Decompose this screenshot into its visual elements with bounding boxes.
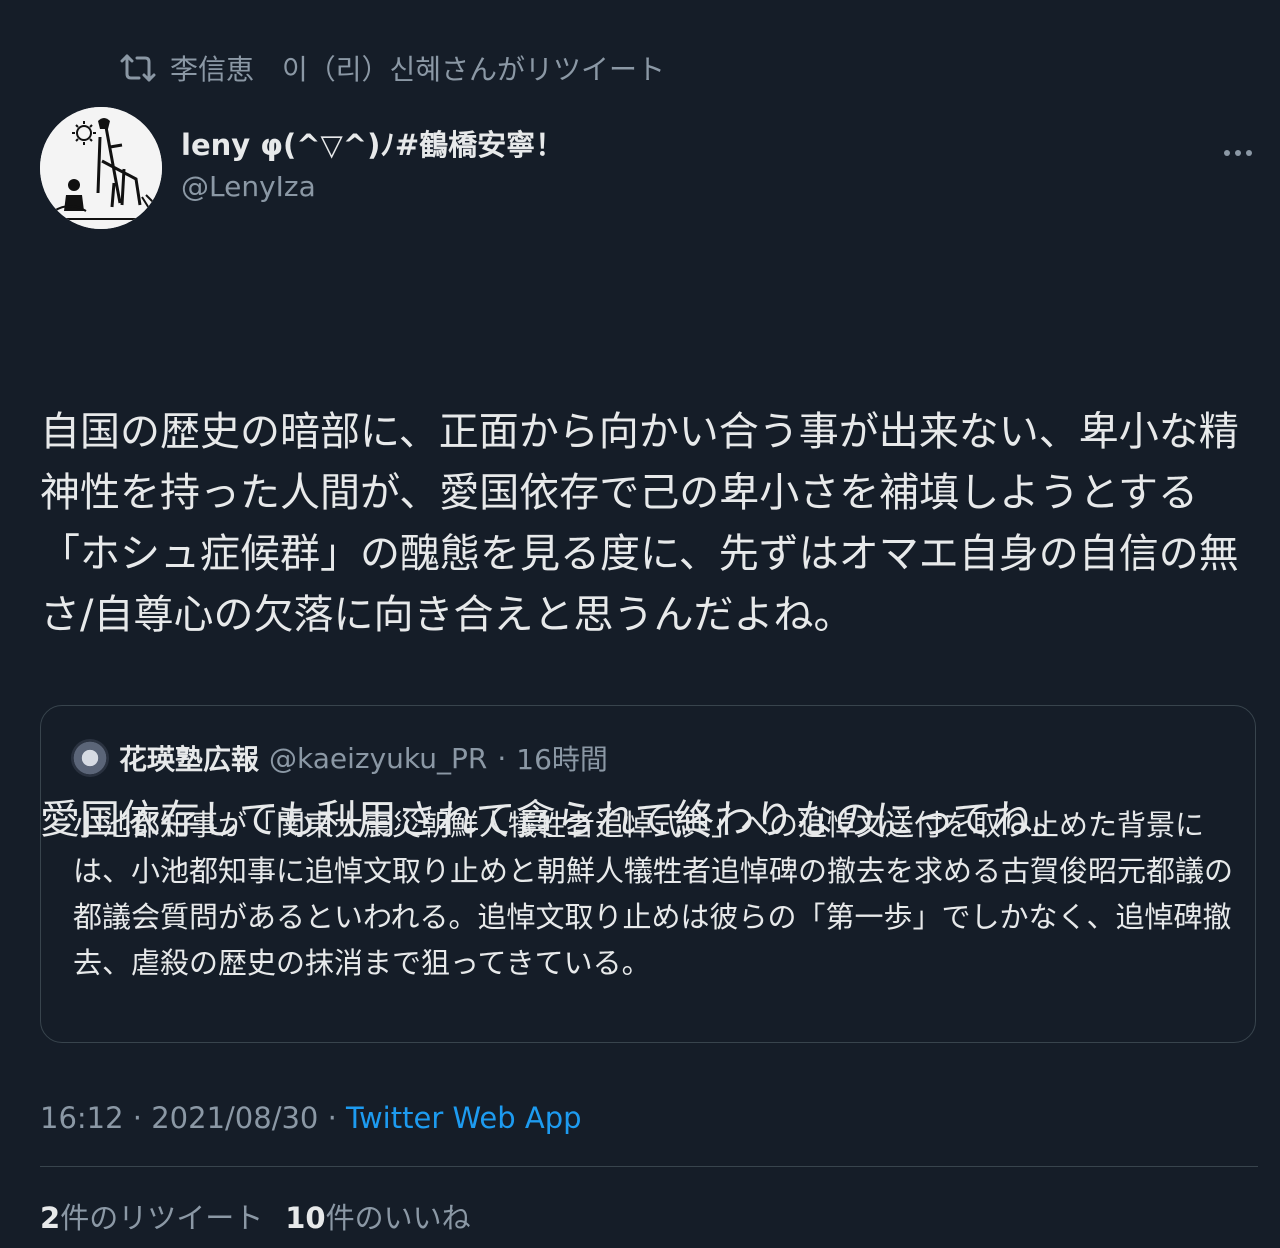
quoted-author-handle: @kaeizyuku_PR xyxy=(269,741,488,775)
tweet-stats: 2件のリツイート 10件のいいね xyxy=(40,1194,471,1238)
tweet-date[interactable]: 2021/08/30 xyxy=(151,1101,318,1135)
author-display-name[interactable]: leny φ(^▽^)ﾉ#鶴橋安寧！ xyxy=(181,125,564,165)
retweet-icon xyxy=(120,53,156,83)
tweet-time[interactable]: 16:12 xyxy=(40,1101,124,1135)
don-quixote-sketch-avatar xyxy=(40,107,162,229)
meta-separator: · xyxy=(318,1101,347,1135)
likes-count: 10 xyxy=(285,1201,326,1235)
quoted-meta-separator: · xyxy=(497,741,507,775)
more-options-icon xyxy=(1246,150,1252,156)
likes-stat[interactable]: 10件のいいね xyxy=(285,1195,470,1237)
quoted-tweet-text: 小池都知事が「関東大震災朝鮮人犠牲者追悼式典」への追悼文送付を取り止めた背景には… xyxy=(73,808,1234,980)
quoted-author-name: 花瑛塾広報 xyxy=(119,743,260,776)
retweet-context[interactable]: 李信恵 이（리）신혜さんがリツイート xyxy=(120,48,665,88)
meta-separator: · xyxy=(123,1101,152,1135)
retweets-count: 2 xyxy=(40,1201,61,1235)
retweets-stat[interactable]: 2件のリツイート xyxy=(40,1195,263,1237)
author-names: leny φ(^▽^)ﾉ#鶴橋安寧！ @LenyIza xyxy=(181,125,564,207)
tweet-metadata: 16:12 · 2021/08/30 · Twitter Web App xyxy=(40,1096,582,1140)
likes-label: 件のいいね xyxy=(325,1201,471,1235)
quoted-tweet-header: 花瑛塾広報 @kaeizyuku_PR · 16時間 xyxy=(71,736,608,780)
author-row: leny φ(^▽^)ﾉ#鶴橋安寧！ @LenyIza xyxy=(40,107,1260,229)
author-avatar[interactable] xyxy=(40,107,162,229)
kaeizyuku-logo-icon[interactable] xyxy=(71,739,109,777)
quoted-tweet-time: 16時間 xyxy=(516,743,608,776)
more-options-button[interactable] xyxy=(1216,133,1260,173)
more-options-icon xyxy=(1224,150,1230,156)
tweet-source-link[interactable]: Twitter Web App xyxy=(346,1101,582,1135)
more-options-icon xyxy=(1235,150,1241,156)
divider xyxy=(40,1166,1258,1167)
author-handle[interactable]: @LenyIza xyxy=(181,167,564,207)
retweets-label: 件のリツイート xyxy=(60,1201,264,1235)
retweet-context-text: 李信恵 이（리）신혜さんがリツイート xyxy=(170,53,666,86)
tweet-paragraph: 自国の歴史の暗部に、正面から向かい合う事が出来ない、卑小な精神性を持った人間が、… xyxy=(40,409,1239,638)
quoted-tweet-card[interactable]: 花瑛塾広報 @kaeizyuku_PR · 16時間 小池都知事が「関東大震災朝… xyxy=(40,705,1256,1043)
